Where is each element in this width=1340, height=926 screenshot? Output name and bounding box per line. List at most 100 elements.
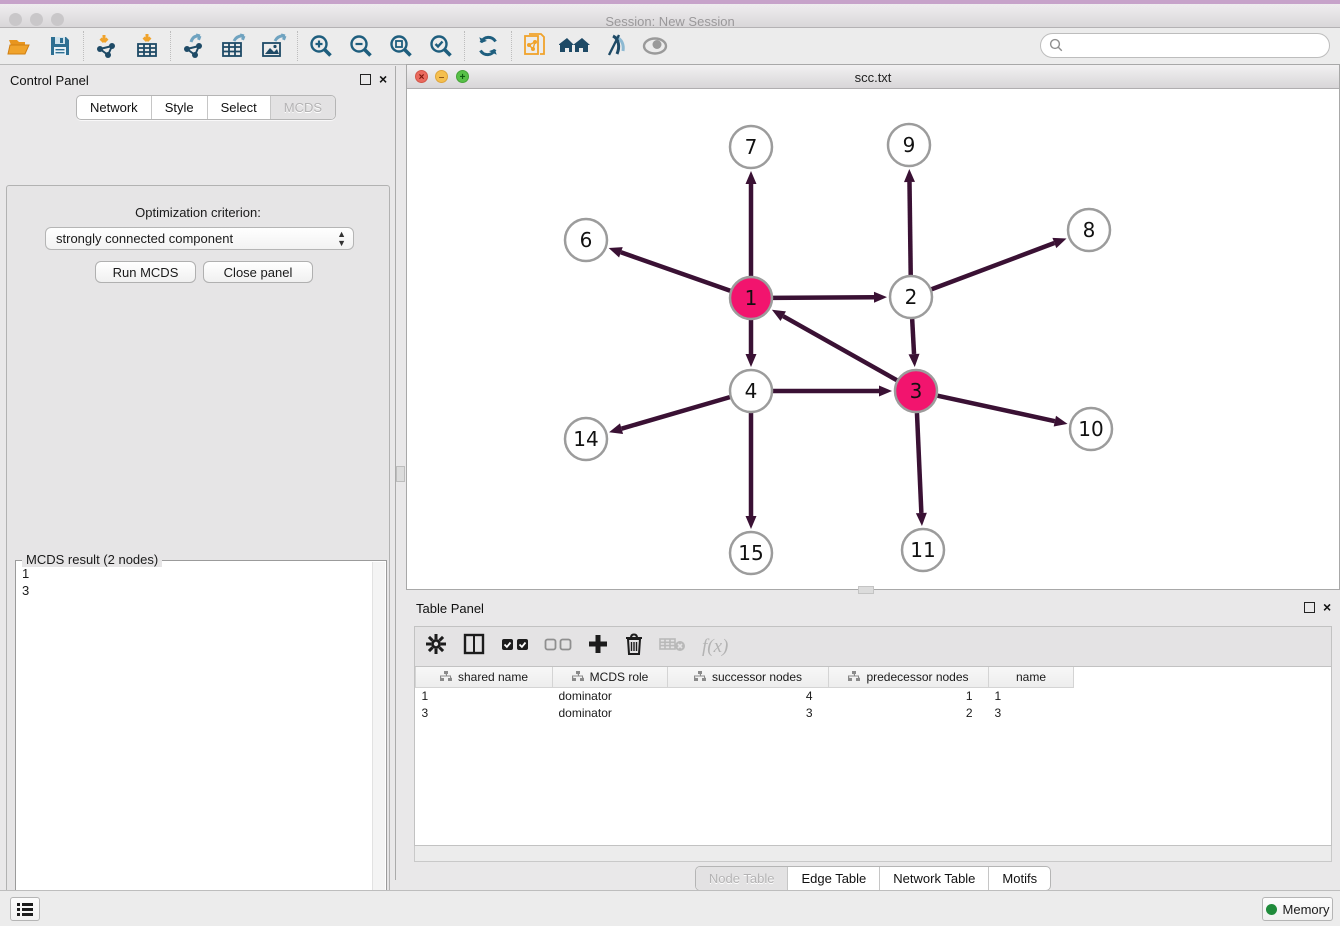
graph-node-label: 6	[580, 228, 593, 252]
status-bar: Memory	[0, 890, 1340, 926]
layout-refresh-icon[interactable]	[468, 29, 508, 63]
table-panel: Table Panel × f(x) shared nameMCDS roles…	[406, 594, 1340, 890]
new-network-icon[interactable]	[515, 29, 555, 63]
float-panel-icon[interactable]	[1304, 602, 1315, 613]
network-window-titlebar[interactable]: × – + scc.txt	[407, 65, 1339, 89]
table-cell[interactable]: 3	[416, 704, 553, 721]
edge-4-14[interactable]	[622, 397, 730, 429]
search-field[interactable]	[1064, 39, 1314, 53]
tab-motifs[interactable]: Motifs	[988, 867, 1050, 890]
mcds-result-groupbox: MCDS result (2 nodes) 1 3	[15, 560, 387, 926]
table-cell[interactable]: 1	[416, 687, 553, 704]
memory-button[interactable]: Memory	[1262, 897, 1333, 921]
edge-arrowhead	[746, 171, 757, 184]
column-type-icon	[572, 671, 584, 682]
edge-2-9[interactable]	[909, 182, 910, 275]
float-panel-icon[interactable]	[360, 74, 371, 85]
toolbar-separator	[297, 31, 298, 61]
window-title: Session: New Session	[0, 14, 1340, 29]
toolbar-separator	[464, 31, 465, 61]
result-scrollbar[interactable]	[372, 562, 385, 926]
tab-select[interactable]: Select	[207, 96, 270, 119]
save-session-icon[interactable]	[40, 29, 80, 63]
tab-mcds[interactable]: MCDS	[270, 96, 335, 119]
table-cell[interactable]: 4	[668, 687, 829, 704]
edge-3-10[interactable]	[937, 396, 1054, 421]
tab-network-table[interactable]: Network Table	[879, 867, 988, 890]
criterion-select[interactable]: strongly connected component ▲▼	[45, 227, 354, 250]
mcds-panel-body: Optimization criterion: strongly connect…	[6, 185, 390, 926]
close-panel-icon[interactable]: ×	[379, 71, 387, 87]
function-builder-icon[interactable]: f(x)	[702, 636, 728, 658]
column-header-name[interactable]: name	[989, 667, 1074, 687]
tab-node-table[interactable]: Node Table	[696, 867, 788, 890]
search-input[interactable]	[1040, 33, 1330, 58]
optimization-criterion-label: Optimization criterion:	[7, 205, 389, 220]
export-image-icon[interactable]	[254, 29, 294, 63]
zoom-fit-icon[interactable]	[381, 29, 421, 63]
edge-3-1[interactable]	[783, 316, 897, 380]
edge-1-2[interactable]	[773, 297, 874, 298]
column-header-MCDS-role[interactable]: MCDS role	[553, 667, 668, 687]
run-mcds-button[interactable]: Run MCDS	[95, 261, 196, 283]
column-header-predecessor-nodes[interactable]: predecessor nodes	[829, 667, 989, 687]
horizontal-splitter-handle[interactable]	[858, 586, 874, 594]
homes-icon[interactable]	[555, 29, 595, 63]
task-history-button[interactable]	[10, 897, 40, 921]
table-cell[interactable]: 2	[829, 704, 989, 721]
column-header-shared-name[interactable]: shared name	[416, 667, 553, 687]
split-columns-icon[interactable]	[462, 632, 486, 661]
import-table-icon[interactable]	[127, 29, 167, 63]
control-panel-tabs: Network Style Select MCDS	[76, 95, 336, 120]
edge-3-11[interactable]	[917, 413, 921, 513]
add-column-icon[interactable]	[587, 633, 609, 660]
vertical-splitter-handle[interactable]	[396, 466, 405, 482]
select-stepper-icon: ▲▼	[337, 230, 346, 248]
network-canvas[interactable]: 7968124314101511	[407, 89, 1339, 589]
graph-node-label: 11	[910, 538, 935, 562]
export-table-icon[interactable]	[214, 29, 254, 63]
edge-2-3[interactable]	[912, 319, 914, 354]
mcds-result-text[interactable]: 1 3	[18, 565, 370, 926]
zoom-selected-icon[interactable]	[421, 29, 461, 63]
table-cell[interactable]: 1	[989, 687, 1074, 704]
table-horizontal-scrollbar[interactable]	[414, 846, 1332, 862]
close-panel-icon[interactable]: ×	[1323, 599, 1331, 615]
zoom-out-icon[interactable]	[341, 29, 381, 63]
gear-icon[interactable]	[425, 633, 447, 660]
edge-arrowhead	[909, 354, 920, 367]
table-cell[interactable]: 3	[668, 704, 829, 721]
select-all-checkboxes-icon[interactable]	[501, 636, 529, 657]
tab-edge-table[interactable]: Edge Table	[787, 867, 879, 890]
edge-2-8[interactable]	[932, 243, 1055, 289]
graph-node-label: 4	[745, 379, 758, 403]
open-file-icon[interactable]	[0, 29, 40, 63]
table-row[interactable]: 1dominator411	[416, 687, 1074, 704]
clear-checkboxes-icon[interactable]	[544, 636, 572, 657]
network-view-window: × – + scc.txt 7968124314101511	[406, 64, 1340, 590]
close-panel-button[interactable]: Close panel	[203, 261, 313, 283]
edge-1-6[interactable]	[621, 252, 730, 290]
zoom-in-icon[interactable]	[301, 29, 341, 63]
control-panel: Control Panel × Network Style Select MCD…	[0, 66, 396, 880]
table-cell[interactable]: dominator	[553, 687, 668, 704]
table-row[interactable]: 3dominator323	[416, 704, 1074, 721]
table-panel-titlebar: Table Panel ×	[406, 594, 1340, 622]
delete-table-icon[interactable]	[659, 635, 687, 658]
table-cell[interactable]: dominator	[553, 704, 668, 721]
tab-style[interactable]: Style	[151, 96, 207, 119]
bird-eye-view-icon[interactable]	[635, 29, 675, 63]
table-tabs: Node Table Edge Table Network Table Moti…	[406, 866, 1340, 891]
import-network-icon[interactable]	[87, 29, 127, 63]
trash-icon[interactable]	[624, 632, 644, 661]
node-table-grid[interactable]: shared nameMCDS rolesuccessor nodesprede…	[415, 667, 1074, 721]
column-header-successor-nodes[interactable]: successor nodes	[668, 667, 829, 687]
graph-node-label: 3	[910, 379, 923, 403]
tab-network[interactable]: Network	[77, 96, 151, 119]
table-cell[interactable]: 3	[989, 704, 1074, 721]
graph-node-label: 1	[745, 286, 758, 310]
show-graphics-details-icon[interactable]	[595, 29, 635, 63]
table-cell[interactable]: 1	[829, 687, 989, 704]
export-network-icon[interactable]	[174, 29, 214, 63]
edge-arrowhead	[746, 516, 757, 529]
